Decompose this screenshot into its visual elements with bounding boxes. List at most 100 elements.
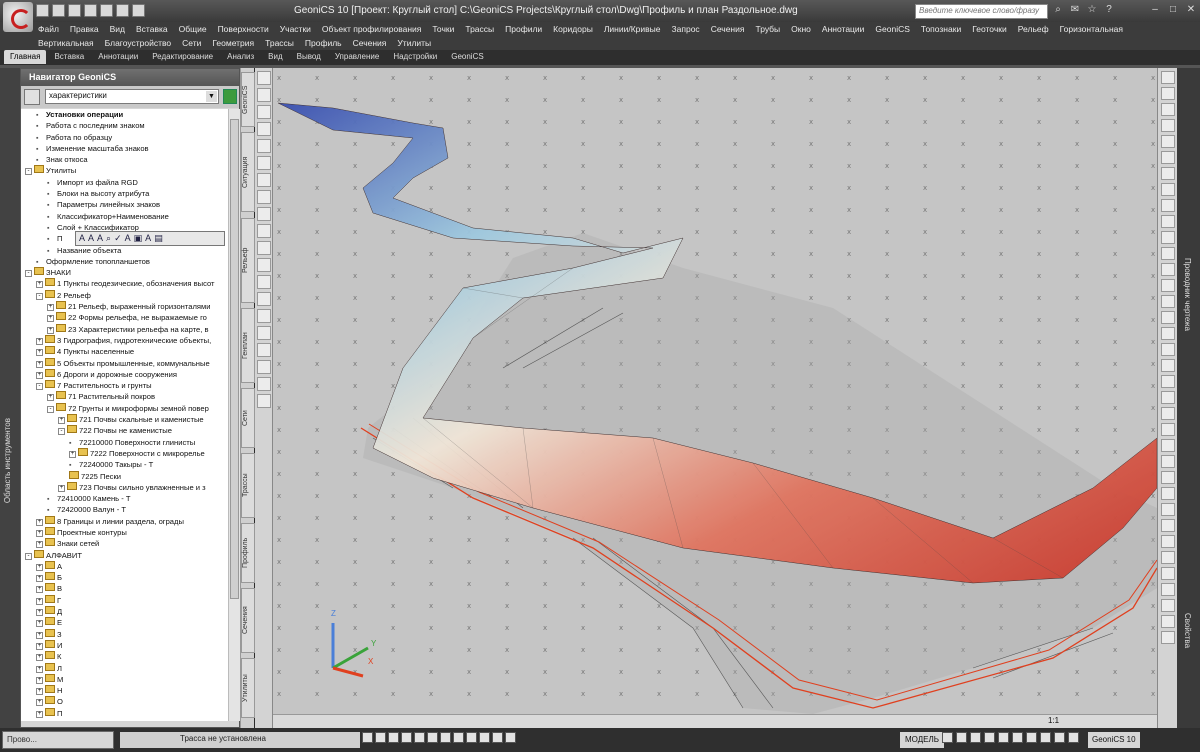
modify-tool-icon[interactable]: [1161, 423, 1175, 436]
modify-tool-icon[interactable]: [1161, 311, 1175, 324]
tree-item[interactable]: + Г: [21, 594, 228, 606]
tree-item[interactable]: ▪ Импорт из файла RGD: [21, 177, 228, 188]
expand-icon[interactable]: +: [47, 304, 54, 312]
modify-tool-icon[interactable]: [1161, 71, 1175, 84]
new-file-icon[interactable]: [36, 4, 49, 17]
tree-item[interactable]: +22 Формы рельефа, не выражаемые го: [21, 312, 228, 323]
tree-item[interactable]: ▪ 72210000 Поверхности глинисты: [21, 437, 228, 448]
expand-icon[interactable]: +: [47, 326, 54, 334]
modify-tool-icon[interactable]: [1161, 583, 1175, 596]
draw-tool-icon[interactable]: [257, 275, 271, 289]
modify-tool-icon[interactable]: [1161, 151, 1175, 164]
menu-item[interactable]: Сечения: [711, 24, 745, 34]
modify-tool-icon[interactable]: [1161, 471, 1175, 484]
modify-tool-icon[interactable]: [1161, 439, 1175, 452]
menu-item[interactable]: Сечения: [353, 38, 387, 48]
tree-item[interactable]: + Знаки сетей: [21, 538, 228, 549]
snap-toggle-icon[interactable]: [362, 732, 373, 743]
tray-icon[interactable]: [942, 732, 953, 743]
text-icon[interactable]: A: [79, 233, 85, 244]
expand-icon[interactable]: +: [36, 349, 43, 357]
text-scale-icon[interactable]: A: [145, 233, 151, 244]
tree-item[interactable]: +4 Пункты населенные: [21, 346, 228, 357]
tree-item[interactable]: + З: [21, 628, 228, 640]
plot-icon[interactable]: [132, 4, 145, 17]
snap-toggle-icon[interactable]: [479, 732, 490, 743]
tree-item[interactable]: +3 Гидрография, гидротехнические объекты…: [21, 334, 228, 346]
tree-item[interactable]: ▪ 72410000 Камень - Т: [21, 493, 228, 504]
menu-item[interactable]: Правка: [70, 24, 99, 34]
modify-tool-icon[interactable]: [1161, 359, 1175, 372]
modify-tool-icon[interactable]: [1161, 103, 1175, 116]
ribbon-tab[interactable]: Анализ: [221, 50, 260, 64]
vertical-tab[interactable]: Рельеф: [241, 218, 255, 303]
expand-icon[interactable]: +: [36, 597, 43, 605]
help-icon[interactable]: ?: [1103, 4, 1115, 16]
collapse-icon[interactable]: -: [58, 428, 65, 436]
snap-toggle-icon[interactable]: [505, 732, 516, 743]
draw-tool-icon[interactable]: [257, 207, 271, 221]
tray-icon[interactable]: [1026, 732, 1037, 743]
expand-icon[interactable]: +: [36, 541, 43, 549]
modify-tool-icon[interactable]: [1161, 183, 1175, 196]
tree-item[interactable]: + Е: [21, 617, 228, 628]
modify-tool-icon[interactable]: [1161, 599, 1175, 612]
menu-item[interactable]: Поверхности: [218, 24, 269, 34]
expand-icon[interactable]: +: [36, 642, 43, 650]
expand-icon[interactable]: +: [36, 563, 43, 571]
properties-tab[interactable]: Свойства: [1183, 613, 1192, 648]
tree-item[interactable]: + Н: [21, 685, 228, 696]
tray-icon[interactable]: [970, 732, 981, 743]
expand-icon[interactable]: +: [58, 484, 65, 492]
draw-tool-icon[interactable]: [257, 394, 271, 408]
tree-item[interactable]: +71 Растительный покров: [21, 391, 228, 402]
expand-icon[interactable]: +: [36, 710, 43, 718]
collapse-icon[interactable]: -: [25, 552, 32, 560]
tree-item[interactable]: ▪ Знак откоса: [21, 154, 228, 165]
expand-icon[interactable]: +: [36, 529, 43, 537]
modify-tool-icon[interactable]: [1161, 231, 1175, 244]
menu-item[interactable]: Утилиты: [397, 38, 431, 48]
tree-item[interactable]: + А: [21, 560, 228, 572]
tree-item[interactable]: - ЗНАКИ: [21, 267, 228, 278]
menu-item[interactable]: Геометрия: [212, 38, 254, 48]
ribbon-tab[interactable]: Редактирование: [146, 50, 219, 64]
tree-item[interactable]: +23 Характеристики рельефа на карте, в: [21, 323, 228, 335]
menu-item[interactable]: Топознаки: [921, 24, 961, 34]
text-justify-icon[interactable]: ▤: [154, 233, 163, 244]
menu-item[interactable]: Запрос: [672, 24, 700, 34]
tree-item[interactable]: ▪ Установки операции: [21, 109, 228, 120]
modify-tool-icon[interactable]: [1161, 215, 1175, 228]
tree-item[interactable]: +7222 Поверхности с микрорелье: [21, 447, 228, 459]
draw-tool-icon[interactable]: [257, 377, 271, 391]
tray-icon[interactable]: [1054, 732, 1065, 743]
snap-toggle-icon[interactable]: [401, 732, 412, 743]
app-logo-icon[interactable]: [3, 2, 33, 32]
ribbon-tab[interactable]: Вывод: [291, 50, 327, 64]
tree-item[interactable]: 7225 Пески: [21, 470, 228, 482]
tray-icon[interactable]: [1040, 732, 1051, 743]
redo-icon[interactable]: [116, 4, 129, 17]
menu-item[interactable]: GeoniCS: [875, 24, 910, 34]
expand-icon[interactable]: +: [36, 676, 43, 684]
tree-item[interactable]: ▪ Оформление топопланшетов: [21, 256, 228, 267]
modify-tool-icon[interactable]: [1161, 503, 1175, 516]
ribbon-tab[interactable]: Вид: [262, 50, 288, 64]
collapse-icon[interactable]: -: [36, 292, 43, 300]
draw-tool-icon[interactable]: [257, 224, 271, 238]
find-text-icon[interactable]: ⌕: [106, 233, 111, 244]
ribbon-tab[interactable]: Главная: [4, 50, 47, 64]
text-multiline-icon[interactable]: A: [88, 233, 94, 244]
draw-tool-icon[interactable]: [257, 173, 271, 187]
maximize-icon[interactable]: □: [1166, 3, 1180, 17]
tool-palette-strip[interactable]: Область инструментов: [0, 68, 20, 728]
favorites-icon[interactable]: ☆: [1086, 4, 1098, 16]
expand-icon[interactable]: +: [36, 609, 43, 617]
tree-item[interactable]: +721 Почвы скальные и каменистые: [21, 414, 228, 425]
spellcheck-icon[interactable]: ✓: [114, 233, 122, 244]
expand-icon[interactable]: +: [36, 631, 43, 639]
expand-icon[interactable]: +: [36, 620, 43, 628]
draw-tool-icon[interactable]: [257, 190, 271, 204]
expand-icon[interactable]: +: [36, 665, 43, 673]
snap-toggle-icon[interactable]: [466, 732, 477, 743]
